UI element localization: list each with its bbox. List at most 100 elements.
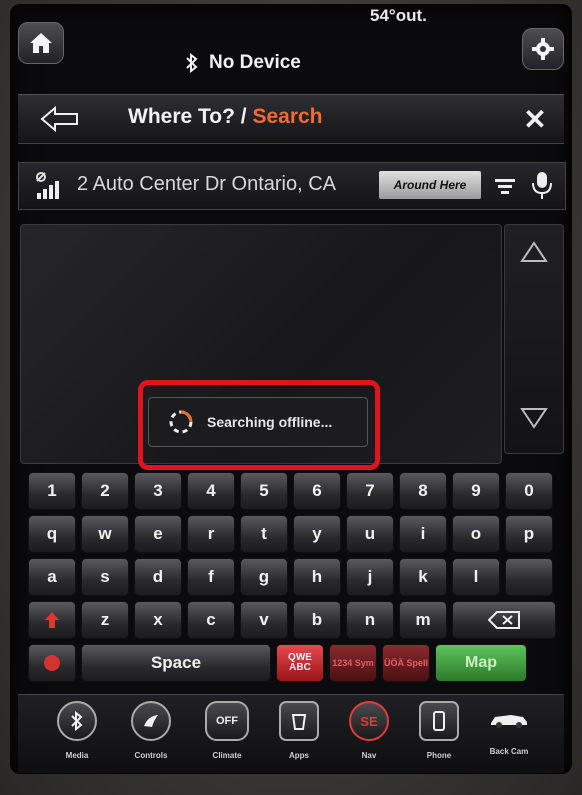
key[interactable]: 6 <box>293 472 341 510</box>
filter-button[interactable] <box>491 171 519 199</box>
outside-temperature: 54°out. <box>370 6 427 25</box>
bluetooth-icon <box>57 701 97 741</box>
back-arrow-icon <box>40 105 78 133</box>
shift-key[interactable] <box>28 601 76 639</box>
key[interactable]: g <box>240 558 288 596</box>
key[interactable]: w <box>81 515 129 553</box>
microphone-icon <box>532 172 552 199</box>
title-main: Where To? / <box>128 105 253 128</box>
apps-icon <box>279 701 319 741</box>
scroll-down-icon[interactable] <box>519 405 549 431</box>
title-bar: Where To? / Search ✕ <box>18 94 564 144</box>
dock-item-controls[interactable]: Controls <box>122 701 180 760</box>
key[interactable]: 0 <box>505 472 553 510</box>
globe-icon <box>44 655 60 671</box>
home-icon <box>30 33 52 53</box>
page-title: Where To? / Search <box>128 105 323 129</box>
gear-icon <box>532 38 554 60</box>
key[interactable]: d <box>134 558 182 596</box>
annotation-highlight-box <box>138 380 380 470</box>
key[interactable]: 5 <box>240 472 288 510</box>
filter-icon <box>495 179 515 194</box>
key[interactable]: f <box>187 558 235 596</box>
spell-key[interactable]: ÜÖÄ Spell <box>382 644 430 682</box>
keyboard-row-middle: a s d f g h j k l <box>28 558 553 596</box>
keyboard-row-top: q w e r t y u i o p <box>28 515 553 553</box>
key[interactable]: x <box>134 601 182 639</box>
controls-icon <box>131 701 171 741</box>
dock-label: Apps <box>289 751 309 760</box>
key[interactable]: 1 <box>28 472 76 510</box>
backspace-key[interactable] <box>452 601 556 639</box>
key[interactable]: k <box>399 558 447 596</box>
key[interactable]: o <box>452 515 500 553</box>
key[interactable]: 8 <box>399 472 447 510</box>
dock-item-backcam[interactable]: Back Cam <box>480 701 538 756</box>
space-key[interactable]: Space <box>81 644 271 682</box>
scroll-up-icon[interactable] <box>519 239 549 265</box>
dock-item-media[interactable]: Media <box>48 701 106 760</box>
backspace-icon <box>488 611 520 629</box>
key[interactable]: r <box>187 515 235 553</box>
voice-search-button[interactable] <box>527 169 557 201</box>
number-symbol-key[interactable]: 1234 Sym <box>329 644 377 682</box>
search-input[interactable]: 2 Auto Center Dr Ontario, CA <box>77 173 336 196</box>
map-key[interactable]: Map <box>435 644 527 682</box>
bottom-dock: Media Controls OFF Climate Apps SE Nav P… <box>18 694 564 773</box>
key[interactable]: 2 <box>81 472 129 510</box>
key[interactable]: z <box>81 601 129 639</box>
key[interactable]: s <box>81 558 129 596</box>
dock-label: Nav <box>361 751 377 760</box>
settings-button[interactable] <box>522 28 564 70</box>
keyboard-row-bottom: z x c v b n m <box>28 601 556 639</box>
nav-icon: SE <box>349 701 389 741</box>
key[interactable]: i <box>399 515 447 553</box>
globe-key[interactable] <box>28 644 76 682</box>
bluetooth-status: No Device <box>185 52 301 74</box>
key[interactable]: 3 <box>134 472 182 510</box>
gps-signal-icon <box>36 172 59 199</box>
dock-item-apps[interactable]: Apps <box>270 701 328 760</box>
key[interactable]: p <box>505 515 553 553</box>
key[interactable]: 9 <box>452 472 500 510</box>
key[interactable]: u <box>346 515 394 553</box>
shift-arrow-icon <box>45 612 59 628</box>
key[interactable]: b <box>293 601 341 639</box>
key[interactable]: 4 <box>187 472 235 510</box>
key[interactable]: c <box>187 601 235 639</box>
key[interactable]: y <box>293 515 341 553</box>
home-button[interactable] <box>18 22 64 64</box>
dock-label: Controls <box>134 751 168 760</box>
keyboard: 1 2 3 4 5 6 7 8 9 0 q w e r t y u i o p … <box>18 466 564 688</box>
key[interactable]: t <box>240 515 288 553</box>
backcam-icon <box>487 701 531 737</box>
search-bar: 2 Auto Center Dr Ontario, CA Around Here <box>18 162 566 210</box>
back-button[interactable] <box>28 99 92 139</box>
key-blank[interactable] <box>505 558 553 596</box>
key[interactable]: n <box>346 601 394 639</box>
key[interactable]: a <box>28 558 76 596</box>
key[interactable]: h <box>293 558 341 596</box>
phone-icon <box>419 701 459 741</box>
dock-item-nav[interactable]: SE Nav <box>340 701 398 760</box>
climate-icon: OFF <box>205 701 249 741</box>
key[interactable]: m <box>399 601 447 639</box>
key[interactable]: v <box>240 601 288 639</box>
dock-label: Back Cam <box>489 747 529 756</box>
key[interactable]: 7 <box>346 472 394 510</box>
close-button[interactable]: ✕ <box>516 101 554 139</box>
device-label: No Device <box>209 52 301 73</box>
dock-label: Media <box>65 751 89 760</box>
keyboard-row-function: Space QWE ABC 1234 Sym ÜÖÄ Spell Map <box>28 644 527 682</box>
qwe-abc-key[interactable]: QWE ABC <box>276 644 324 682</box>
dock-item-phone[interactable]: Phone <box>410 701 468 760</box>
results-scrollbar <box>504 224 564 454</box>
keyboard-row-numbers: 1 2 3 4 5 6 7 8 9 0 <box>28 472 553 510</box>
key[interactable]: q <box>28 515 76 553</box>
key[interactable]: e <box>134 515 182 553</box>
bluetooth-icon <box>186 53 198 73</box>
around-here-button[interactable]: Around Here <box>379 171 481 199</box>
key[interactable]: j <box>346 558 394 596</box>
key[interactable]: l <box>452 558 500 596</box>
dock-item-climate[interactable]: OFF Climate <box>198 701 256 760</box>
